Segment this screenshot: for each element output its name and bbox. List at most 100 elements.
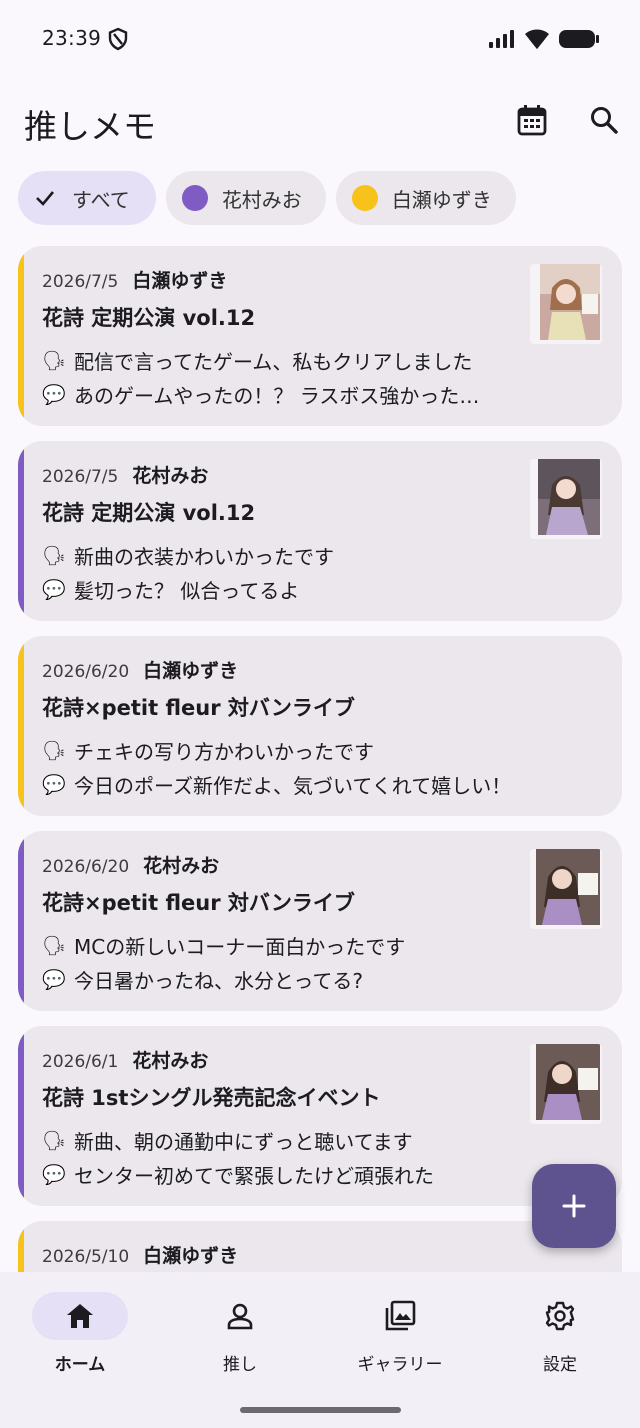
cheki-photo-image — [530, 849, 602, 929]
member-accent-bar — [18, 441, 24, 621]
cheki-photo[interactable] — [530, 849, 602, 929]
memo-reply-line: 💬 髪切った？ 似合ってるよ — [42, 575, 299, 604]
member-color-dot — [351, 185, 378, 211]
filter-chip-label: すべて — [72, 187, 130, 212]
app-title: 推しメモ — [24, 107, 156, 146]
memo-card[interactable]: 2026/6/20 白瀬ゆずき 花詩×petit fleur 対バンライブ 🗣 … — [18, 636, 622, 816]
filter-chip-mio[interactable]: 花村みお — [165, 171, 326, 225]
speaking-head-icon: 🗣 — [42, 545, 67, 567]
speech-bubble-icon: 💬 — [42, 774, 66, 796]
cheki-photo-image — [530, 1044, 602, 1124]
memo-said: 配信で言ってたゲーム、私もクリアしました — [74, 350, 473, 374]
speech-bubble-icon: 💬 — [42, 384, 66, 406]
memo-date: 2026/6/20 — [42, 662, 130, 682]
memo-card[interactable]: 2026/6/1 花村みお 花詩 1stシングル発売記念イベント 🗣 新曲、朝の… — [18, 1026, 622, 1206]
memo-member: 花村みお — [132, 465, 209, 487]
memo-reply: 今日のポーズ新作だよ、気づいてくれて嬉しい！ — [74, 774, 512, 798]
memo-member: 白瀬ゆずき — [143, 1245, 239, 1267]
memo-said: MCの新しいコーナー面白かったです — [74, 935, 406, 959]
filter-chips: すべて 花村みお 白瀬ゆずき — [18, 171, 516, 225]
memo-said: 新曲の衣装かわいかったです — [74, 545, 334, 569]
member-accent-bar — [18, 246, 24, 426]
nav-item-oshi[interactable]: 推し — [180, 1292, 300, 1375]
memo-said: 新曲、朝の通勤中にずっと聴いてます — [74, 1130, 413, 1154]
memo-said-line: 🗣 チェキの写り方かわいかったです — [42, 736, 374, 765]
bottom-navigation: ホーム 推し ギャラリー 設定 — [0, 1272, 640, 1428]
speaking-head-icon: 🗣 — [42, 350, 67, 372]
memo-date: 2026/7/5 — [42, 467, 119, 487]
memo-said-line: 🗣 配信で言ってたゲーム、私もクリアしました — [42, 346, 472, 375]
memo-reply-line: 💬 センター初めてで緊張したけど頑張れた — [42, 1160, 434, 1189]
nav-item-gallery[interactable]: ギャラリー — [340, 1292, 460, 1375]
memo-member: 白瀬ゆずき — [132, 270, 228, 292]
nav-label: ギャラリー — [357, 1355, 443, 1375]
filter-chip-yuzuki[interactable]: 白瀬ゆずき — [335, 171, 516, 225]
cheki-photo-image — [530, 459, 602, 539]
gesture-home-bar[interactable] — [240, 1407, 401, 1413]
status-bar: 23:39 — [0, 0, 640, 78]
memo-date: 2026/6/20 — [42, 857, 130, 877]
speaking-head-icon: 🗣 — [42, 740, 67, 762]
status-time: 23:39 — [42, 26, 102, 50]
nav-label: ホーム — [54, 1355, 106, 1375]
memo-list[interactable]: 2026/7/5 白瀬ゆずき 花詩 定期公演 vol.12 🗣 配信で言ってたゲ… — [18, 246, 622, 1272]
member-accent-bar — [18, 831, 24, 1011]
memo-date: 2026/6/1 — [42, 1052, 119, 1072]
memo-reply-line: 💬 あのゲームやったの！？ ラスボス強かった… — [42, 380, 479, 409]
speech-bubble-icon: 💬 — [42, 579, 66, 601]
battery-icon — [559, 30, 599, 48]
member-color-dot — [181, 185, 208, 211]
cheki-photo-image — [530, 264, 602, 344]
memo-member: 花村みお — [143, 855, 220, 877]
memo-said-line: 🗣 新曲の衣装かわいかったです — [42, 541, 334, 570]
gear-icon — [545, 1301, 575, 1331]
memo-event: 花詩×petit fleur 対バンライブ — [42, 696, 355, 720]
nav-label: 推し — [223, 1355, 257, 1375]
speaking-head-icon: 🗣 — [42, 1130, 67, 1152]
signal-icon — [489, 30, 514, 48]
cheki-photo[interactable] — [530, 1044, 602, 1124]
nav-item-settings[interactable]: 設定 — [500, 1292, 620, 1375]
nav-item-home[interactable]: ホーム — [20, 1292, 140, 1375]
cheki-photo[interactable] — [530, 264, 602, 344]
memo-reply-line: 💬 今日暑かったね、水分とってる? — [42, 965, 363, 994]
speech-bubble-icon: 💬 — [42, 969, 66, 991]
memo-card[interactable]: 2026/7/5 白瀬ゆずき 花詩 定期公演 vol.12 🗣 配信で言ってたゲ… — [18, 246, 622, 426]
calendar-icon — [517, 105, 547, 136]
filter-chip-label: 花村みお — [221, 187, 302, 212]
filter-chip-all[interactable]: すべて — [18, 171, 156, 225]
memo-event: 花詩 1stシングル発売記念イベント — [42, 1086, 381, 1110]
search-button[interactable] — [580, 96, 628, 144]
memo-reply: あのゲームやったの！？ ラスボス強かった… — [74, 384, 480, 408]
wifi-icon — [525, 29, 549, 49]
home-icon — [67, 1304, 93, 1328]
memo-event: 花詩×petit fleur 対バンライブ — [42, 891, 355, 915]
speech-bubble-icon: 💬 — [42, 1164, 66, 1186]
add-memo-button[interactable] — [532, 1164, 616, 1248]
status-icons — [488, 28, 600, 50]
person-icon — [227, 1303, 253, 1330]
memo-reply: 髪切った？ 似合ってるよ — [74, 579, 300, 603]
memo-said-line: 🗣 MCの新しいコーナー面白かったです — [42, 931, 405, 960]
memo-reply: センター初めてで緊張したけど頑張れた — [74, 1164, 434, 1188]
filter-chip-label: 白瀬ゆずき — [391, 187, 492, 212]
memo-member: 白瀬ゆずき — [143, 660, 239, 682]
gallery-icon — [385, 1300, 416, 1331]
memo-date: 2026/7/5 — [42, 272, 119, 292]
memo-reply: 今日暑かったね、水分とってる? — [74, 969, 364, 993]
member-accent-bar — [18, 1221, 24, 1272]
memo-event: 花詩 定期公演 vol.12 — [42, 501, 256, 525]
memo-event: 花詩 定期公演 vol.12 — [42, 306, 256, 330]
memo-card[interactable]: 2026/7/5 花村みお 花詩 定期公演 vol.12 🗣 新曲の衣装かわいか… — [18, 441, 622, 621]
memo-card[interactable]: 2026/6/20 花村みお 花詩×petit fleur 対バンライブ 🗣 M… — [18, 831, 622, 1011]
nav-active-indicator — [32, 1292, 128, 1340]
memo-member: 花村みお — [132, 1050, 209, 1072]
calendar-button[interactable] — [508, 96, 556, 144]
cheki-photo[interactable] — [530, 459, 602, 539]
check-icon — [36, 191, 54, 206]
member-accent-bar — [18, 636, 24, 816]
nav-label: 設定 — [543, 1355, 577, 1375]
memo-reply-line: 💬 今日のポーズ新作だよ、気づいてくれて嬉しい！ — [42, 770, 511, 799]
memo-said: チェキの写り方かわいかったです — [74, 740, 374, 764]
memo-said-line: 🗣 新曲、朝の通勤中にずっと聴いてます — [42, 1126, 413, 1155]
